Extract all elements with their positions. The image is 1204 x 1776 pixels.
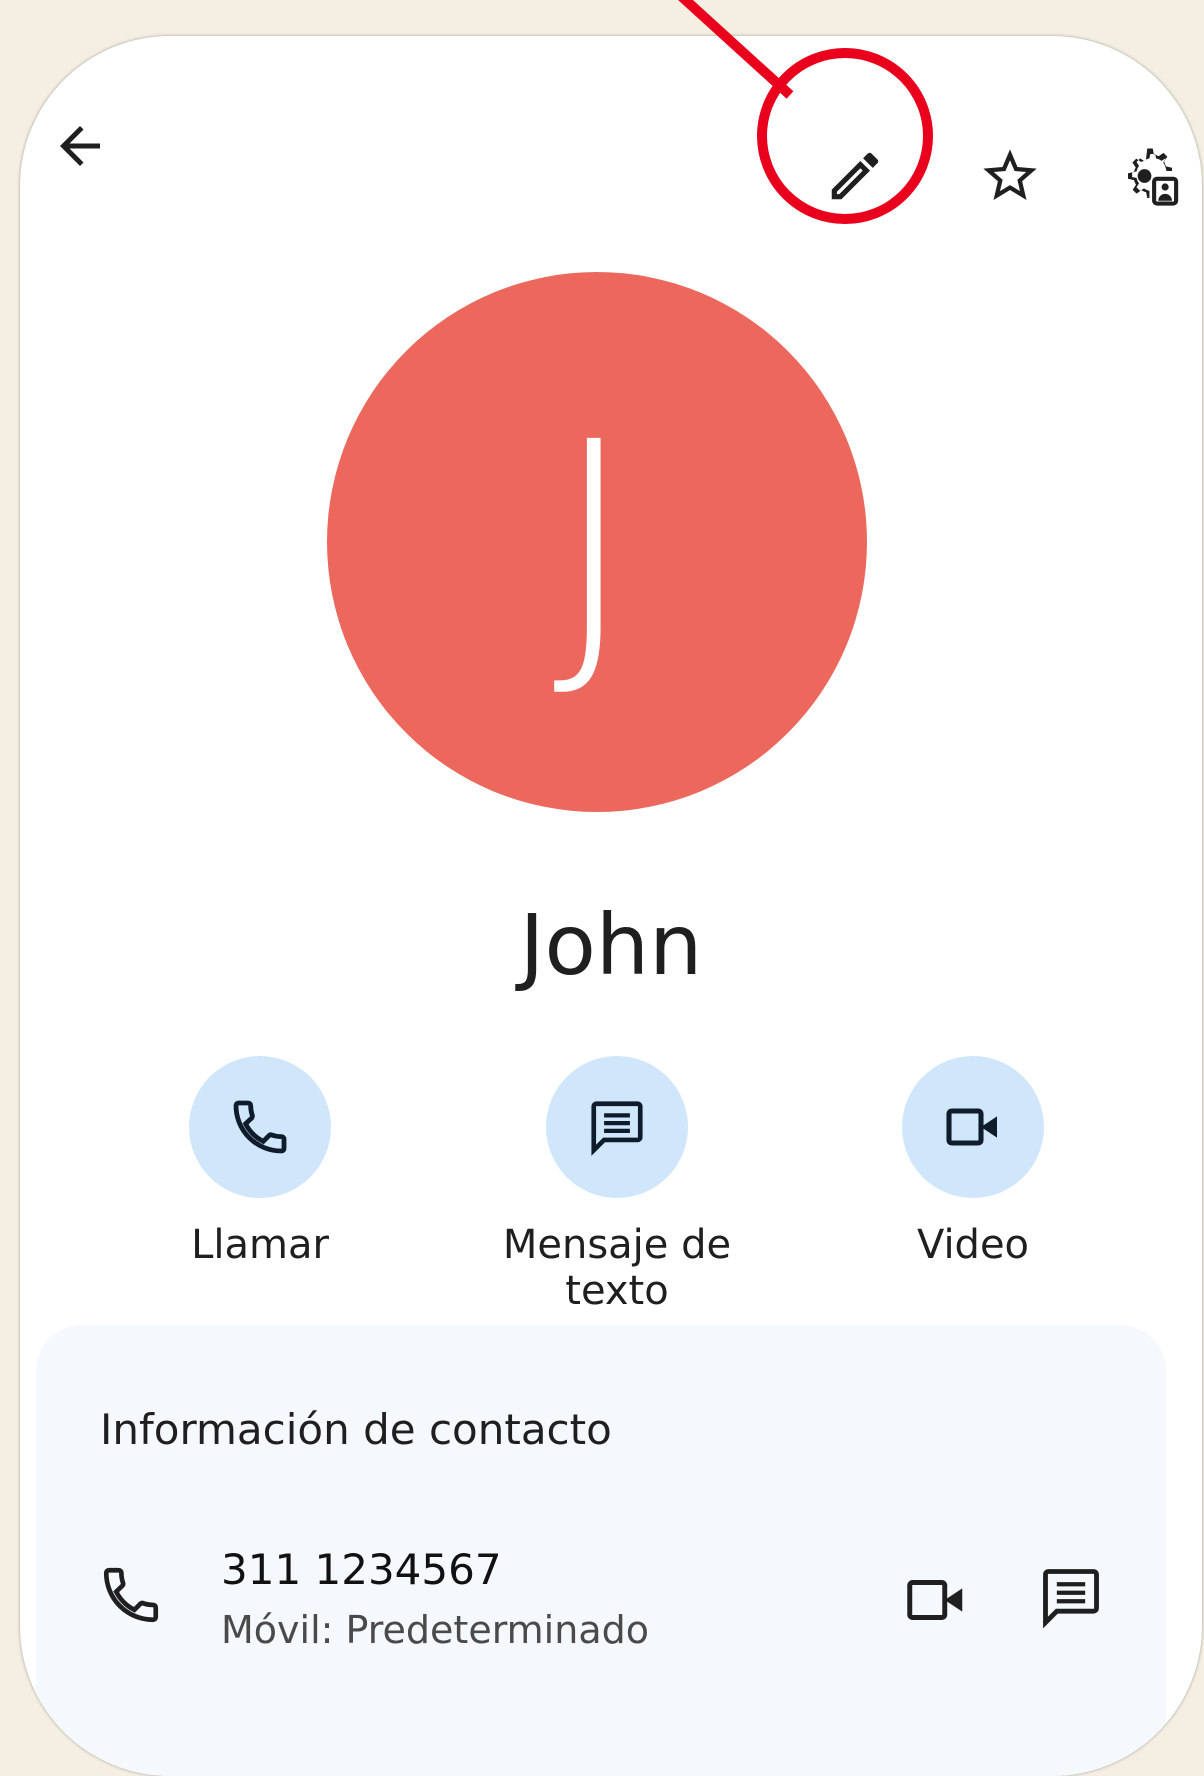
favorite-button[interactable] <box>960 131 1060 221</box>
svg-text:J: J <box>553 383 636 709</box>
video-action[interactable]: Video <box>813 1056 1133 1268</box>
contact-avatar: J <box>327 272 867 812</box>
contact-info-title: Información de contacto <box>100 1405 612 1454</box>
message-icon <box>591 1101 643 1156</box>
call-label: Llamar <box>191 1222 329 1268</box>
phone-row-icon <box>86 1550 176 1640</box>
video-button[interactable] <box>902 1056 1044 1198</box>
video-icon <box>946 1108 997 1146</box>
arrow-left-icon <box>60 126 100 166</box>
video-label: Video <box>916 1222 1030 1268</box>
contact-name: John <box>519 896 703 994</box>
message-icon <box>1043 1569 1099 1629</box>
message-button[interactable] <box>546 1056 688 1198</box>
phone-icon <box>233 1100 287 1154</box>
phone-number[interactable]: 311 1234567 <box>221 1545 502 1594</box>
pencil-icon <box>831 152 879 200</box>
call-button[interactable] <box>189 1056 331 1198</box>
contact-info-card: Información de contacto 311 1234567 Móvi… <box>36 1325 1166 1776</box>
contact-settings-button[interactable] <box>1100 131 1200 221</box>
contact-settings-icon <box>1128 148 1179 206</box>
phone-icon <box>103 1567 159 1623</box>
edit-contact-button[interactable] <box>810 131 900 221</box>
contact-screen: J John Llamar Mensaje de texto Video Inf… <box>20 36 1202 1776</box>
avatar-initial: J <box>553 383 636 709</box>
back-button[interactable] <box>40 106 120 186</box>
phone-message-button[interactable] <box>1026 1557 1116 1637</box>
video-icon <box>907 1580 963 1620</box>
message-label: Mensaje de texto <box>502 1222 732 1314</box>
star-outline-icon <box>983 149 1037 200</box>
phone-video-call-button[interactable] <box>891 1560 981 1640</box>
message-action[interactable]: Mensaje de texto <box>457 1056 777 1314</box>
phone-type-label: Móvil: Predeterminado <box>221 1608 649 1652</box>
call-action[interactable]: Llamar <box>100 1056 420 1268</box>
